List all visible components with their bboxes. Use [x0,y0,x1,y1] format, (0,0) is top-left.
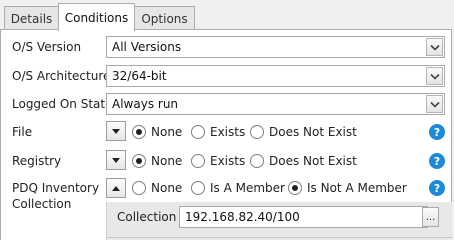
file-radio-none-label: None [151,125,183,139]
help-icon[interactable]: ? [429,124,445,140]
registry-radio-none-label: None [151,154,183,168]
radio-selected-icon [132,125,146,139]
chevron-down-icon[interactable] [426,95,443,113]
os-architecture-label: O/S Architecture [12,69,111,83]
tab-conditions[interactable]: Conditions [58,3,135,31]
file-radio-exists[interactable]: Exists [191,124,245,140]
triangle-up-icon [112,185,120,191]
collection-subpanel: Collection 192.168.82.40/100 ... [106,202,453,240]
pdq-collapse-button[interactable] [106,178,126,198]
collection-label: Collection [117,210,177,224]
help-icon[interactable]: ? [429,180,445,196]
logged-on-state-value: Always run [112,97,179,111]
radio-selected-icon [132,154,146,168]
radio-unselected-icon [250,125,264,139]
file-radio-none[interactable]: None [132,124,182,140]
os-architecture-select[interactable]: 32/64-bit [106,65,445,87]
tab-options[interactable]: Options [134,6,195,30]
subpanel-divider [107,237,453,238]
collection-value: 192.168.82.40/100 [185,210,300,224]
triangle-down-icon [112,128,120,134]
radio-unselected-icon [191,154,205,168]
registry-radio-does-not-exist[interactable]: Does Not Exist [250,153,357,169]
browse-label: ... [425,211,436,223]
pdq-radio-none-label: None [151,181,183,195]
triangle-down-icon [112,157,120,163]
pdq-collection-label-line2: Collection [12,197,72,211]
tab-strip: Details Conditions Options [0,0,454,31]
pdq-radio-is-a-member[interactable]: Is A Member [191,180,285,196]
file-label: File [12,125,33,139]
collection-input[interactable]: 192.168.82.40/100 [179,206,428,228]
file-radio-exists-label: Exists [210,125,246,139]
collection-browse-button[interactable]: ... [422,207,439,227]
radio-selected-icon [288,181,302,195]
radio-unselected-icon [191,181,205,195]
logged-on-state-select[interactable]: Always run [106,93,445,115]
registry-radio-exists[interactable]: Exists [191,153,245,169]
radio-unselected-icon [132,181,146,195]
pdq-radio-is-not-a-member[interactable]: Is Not A Member [288,180,407,196]
registry-expand-button[interactable] [106,150,126,170]
help-glyph: ? [433,125,441,139]
conditions-panel: O/S Version All Versions O/S Architectur… [0,30,453,240]
help-glyph: ? [433,154,441,168]
pdq-radio-none[interactable]: None [132,180,182,196]
os-version-select[interactable]: All Versions [106,36,445,58]
registry-radio-exists-label: Exists [210,154,246,168]
pdq-radio-is-not-a-member-label: Is Not A Member [307,181,407,195]
pdq-collection-label-line1: PDQ Inventory [12,181,100,195]
tab-details-label: Details [10,11,53,26]
help-icon[interactable]: ? [429,153,445,169]
registry-radio-none[interactable]: None [132,153,182,169]
os-version-value: All Versions [112,40,182,54]
radio-unselected-icon [191,125,205,139]
tab-conditions-label: Conditions [64,10,129,25]
radio-unselected-icon [250,154,264,168]
os-version-label: O/S Version [12,40,82,54]
tab-details[interactable]: Details [4,6,59,30]
chevron-down-icon[interactable] [426,67,443,85]
registry-label: Registry [12,154,62,168]
pdq-radio-is-a-member-label: Is A Member [210,181,285,195]
file-radio-does-not-exist-label: Does Not Exist [269,125,357,139]
logged-on-state-label: Logged On State [12,97,113,111]
file-expand-button[interactable] [106,121,126,141]
tab-options-label: Options [141,11,188,26]
registry-radio-does-not-exist-label: Does Not Exist [269,154,357,168]
os-architecture-value: 32/64-bit [112,69,167,83]
help-glyph: ? [433,181,441,195]
file-radio-does-not-exist[interactable]: Does Not Exist [250,124,357,140]
chevron-down-icon[interactable] [426,38,443,56]
